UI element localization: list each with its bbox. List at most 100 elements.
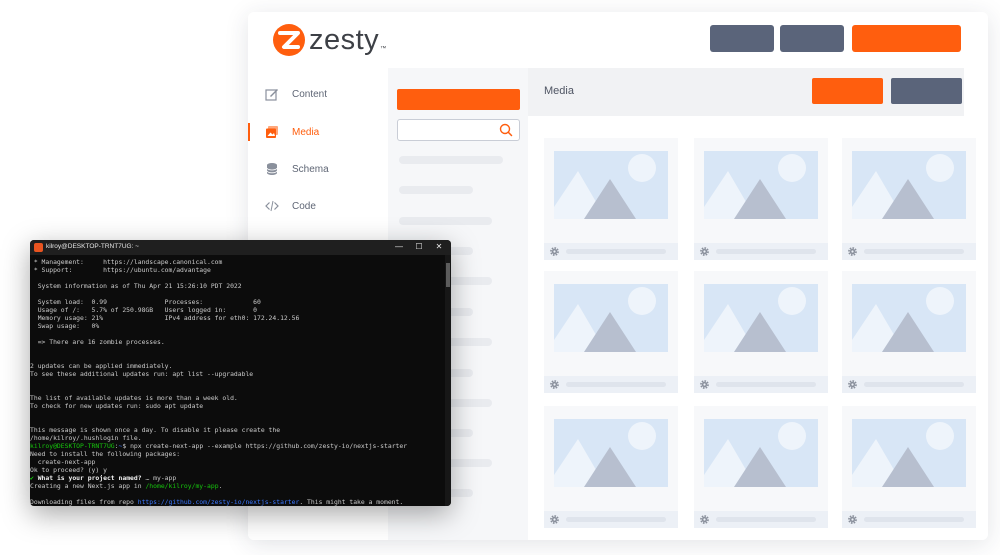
- terminal-text: $ npx create-next-app --example https://…: [122, 442, 408, 450]
- terminal-text: Downloading files from repo: [30, 498, 138, 506]
- terminal-text: System load: 0.99 Processes: 60: [30, 298, 261, 306]
- filename-placeholder: [566, 382, 666, 387]
- media-card-footer: [544, 243, 678, 260]
- header-button-2[interactable]: [780, 25, 844, 52]
- gear-icon[interactable]: [699, 514, 710, 525]
- media-card[interactable]: [842, 271, 976, 393]
- ubuntu-icon: [34, 243, 43, 252]
- app-header: zesty ™: [248, 12, 988, 68]
- page-title: Media: [544, 85, 574, 97]
- sidebar-item-label: Media: [292, 126, 320, 138]
- toolbar-secondary-button[interactable]: [891, 78, 962, 104]
- terminal-line: kilroy@DESKTOP-TRNT7UG:~$ npx create-nex…: [30, 442, 407, 450]
- maximize-button[interactable]: ☐: [410, 241, 428, 253]
- media-card[interactable]: [544, 271, 678, 393]
- media-thumbnail[interactable]: [694, 138, 828, 244]
- terminal-text: /home/kilroy/.hushlogin file.: [30, 434, 142, 442]
- terminal-line: System load: 0.99 Processes: 60: [30, 298, 261, 306]
- terminal-line: Downloading files from repo https://gith…: [30, 498, 403, 506]
- terminal-line: 2 updates can be applied immediately.: [30, 362, 172, 370]
- gear-icon[interactable]: [549, 379, 560, 390]
- terminal-line: * Management: https://landscape.canonica…: [30, 258, 223, 266]
- folder-placeholder[interactable]: [399, 156, 503, 164]
- terminal-text: .: [218, 482, 223, 490]
- gear-icon[interactable]: [847, 379, 858, 390]
- zesty-logo[interactable]: zesty ™: [272, 22, 386, 58]
- terminal-line: /home/kilroy/.hushlogin file.: [30, 434, 142, 442]
- gear-icon[interactable]: [549, 246, 560, 257]
- media-card[interactable]: [694, 138, 828, 260]
- sidebar-item-media[interactable]: Media: [248, 114, 388, 150]
- header-button-1[interactable]: [710, 25, 774, 52]
- search-input[interactable]: [397, 119, 520, 141]
- terminal-text: => There are 16 zombie processes.: [30, 338, 165, 346]
- terminal-text: https://github.com/zesty-io/nextjs-start…: [137, 498, 300, 506]
- filename-placeholder: [864, 249, 964, 254]
- terminal-line: * Support: https://ubuntu.com/advantage: [30, 266, 211, 274]
- media-card[interactable]: [842, 138, 976, 260]
- media-card-footer: [694, 376, 828, 393]
- gear-icon[interactable]: [847, 514, 858, 525]
- edit-icon: [265, 89, 278, 101]
- gear-icon[interactable]: [847, 246, 858, 257]
- brand-name: zesty: [309, 24, 380, 56]
- image-placeholder-icon: [704, 151, 818, 219]
- terminal-line: Creating a new Next.js app in /home/kilr…: [30, 482, 222, 490]
- database-icon: [266, 163, 278, 175]
- terminal-line: Swap usage: 0%: [30, 322, 100, 330]
- terminal-line: To check for new updates run: sudo apt u…: [30, 402, 203, 410]
- sidebar-item-schema[interactable]: Schema: [248, 151, 388, 187]
- folder-placeholder[interactable]: [399, 217, 492, 225]
- media-card[interactable]: [544, 138, 678, 260]
- folder-placeholder[interactable]: [399, 186, 473, 194]
- gear-icon[interactable]: [699, 246, 710, 257]
- search-icon[interactable]: [499, 123, 513, 137]
- media-thumbnail[interactable]: [842, 271, 976, 377]
- terminal-line: Need to install the following packages:: [30, 450, 180, 458]
- gear-icon[interactable]: [549, 514, 560, 525]
- media-card[interactable]: [694, 271, 828, 393]
- terminal-text: System information as of Thu Apr 21 15:2…: [30, 282, 242, 290]
- media-thumbnail[interactable]: [544, 138, 678, 244]
- terminal-text: ✔: [30, 474, 38, 482]
- media-card[interactable]: [694, 406, 828, 528]
- media-card-footer: [842, 376, 976, 393]
- terminal-text: What is your project named?: [37, 474, 142, 482]
- terminal-line: => There are 16 zombie processes.: [30, 338, 165, 346]
- terminal-line: The list of available updates is more th…: [30, 394, 238, 402]
- media-thumbnail[interactable]: [544, 271, 678, 377]
- sidebar-item-code[interactable]: Code: [248, 188, 388, 224]
- upload-button[interactable]: [812, 78, 883, 104]
- media-main: Media: [528, 68, 988, 540]
- main-toolbar: Media: [528, 68, 964, 116]
- gear-icon[interactable]: [699, 379, 710, 390]
- terminal-output[interactable]: * Management: https://landscape.canonica…: [30, 255, 444, 506]
- media-card[interactable]: [544, 406, 678, 528]
- image-placeholder-icon: [554, 284, 668, 352]
- terminal-text: … my-app: [141, 474, 177, 482]
- media-thumbnail[interactable]: [544, 406, 678, 512]
- create-button[interactable]: [397, 89, 520, 110]
- media-thumbnail[interactable]: [694, 406, 828, 512]
- close-button[interactable]: ✕: [430, 241, 448, 253]
- filename-placeholder: [566, 249, 666, 254]
- media-thumbnail[interactable]: [694, 271, 828, 377]
- sidebar-item-label: Content: [292, 88, 328, 100]
- terminal-scrollbar[interactable]: [445, 255, 451, 506]
- terminal-text: The list of available updates is more th…: [30, 394, 238, 402]
- minimize-button[interactable]: —: [390, 241, 408, 253]
- terminal-text: . This might take a moment.: [299, 498, 404, 506]
- filename-placeholder: [716, 382, 816, 387]
- sidebar-item-content[interactable]: Content: [248, 76, 388, 112]
- header-primary-button[interactable]: [852, 25, 961, 52]
- terminal-line: Usage of /: 5.7% of 250.98GB Users logge…: [30, 306, 257, 314]
- terminal-text: * Support: https://ubuntu.com/advantage: [30, 266, 211, 274]
- media-thumbnail[interactable]: [842, 406, 976, 512]
- terminal-line: System information as of Thu Apr 21 15:2…: [30, 282, 242, 290]
- media-thumbnail[interactable]: [842, 138, 976, 244]
- media-card[interactable]: [842, 406, 976, 528]
- scrollbar-thumb[interactable]: [446, 263, 450, 287]
- image-placeholder-icon: [554, 151, 668, 219]
- image-placeholder-icon: [852, 284, 966, 352]
- terminal-text: kilroy@DESKTOP-TRNT7UG: [30, 442, 115, 450]
